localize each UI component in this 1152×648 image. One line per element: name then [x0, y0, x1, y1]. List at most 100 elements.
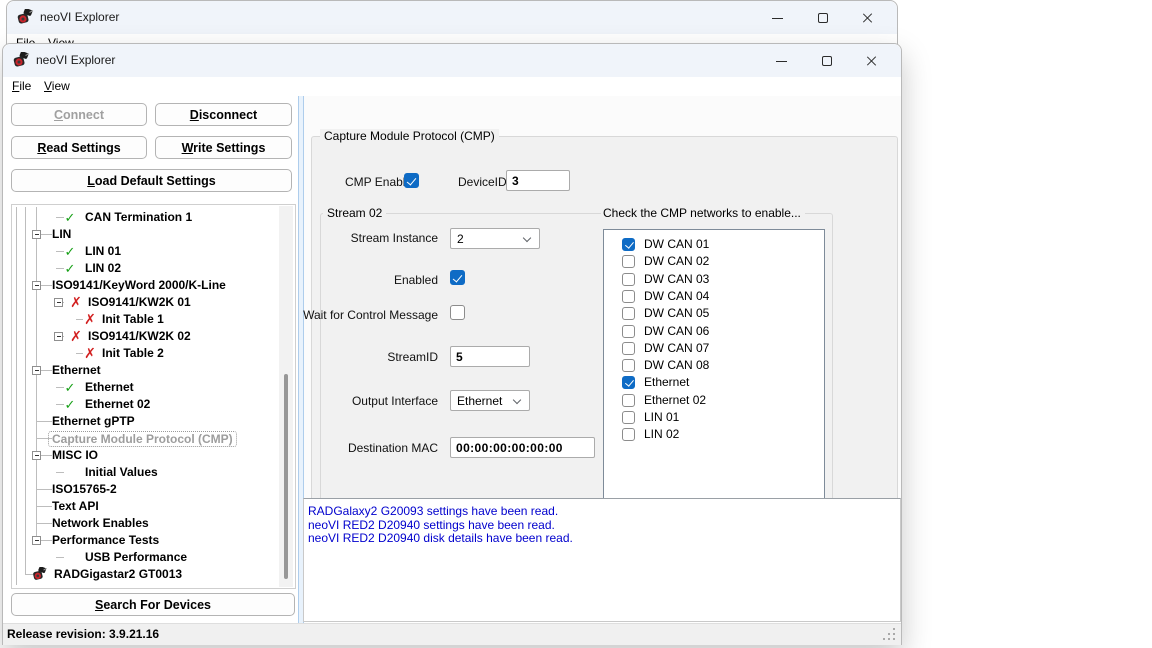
network-checkbox[interactable] [622, 428, 635, 441]
tree-item-label[interactable]: Network Enables [52, 515, 149, 532]
tree-row[interactable]: ISO9141/KeyWord 2000/K-Line [12, 277, 295, 294]
tree-item-label[interactable]: ISO9141/KW2K 01 [88, 294, 191, 311]
tree-row[interactable]: ✓Ethernet 02 [12, 396, 295, 413]
tree-row[interactable]: ✗ISO9141/KW2K 01 [12, 294, 295, 311]
network-item-label[interactable]: DW CAN 05 [644, 306, 709, 320]
tree-item-label[interactable]: Ethernet 02 [85, 396, 150, 413]
destination-mac-input[interactable] [450, 437, 595, 458]
tree-row[interactable]: ✓CAN Termination 1 [12, 209, 295, 226]
tree-item-label[interactable]: ISO9141/KW2K 02 [88, 328, 191, 345]
tree-row[interactable]: USB Performance [12, 549, 295, 566]
back-minimize-button[interactable] [757, 6, 797, 30]
wait-for-control-message-checkbox[interactable] [450, 305, 465, 320]
network-item[interactable]: LIN 01 [604, 409, 824, 426]
tree-row[interactable]: ✗ISO9141/KW2K 02 [12, 328, 295, 345]
tree-item-label[interactable]: Text API [52, 498, 99, 515]
network-item-label[interactable]: DW CAN 04 [644, 289, 709, 303]
connect-button[interactable]: Connect [11, 103, 147, 126]
tree-item-label[interactable]: ISO15765-2 [52, 481, 117, 498]
network-checkbox[interactable] [622, 325, 635, 338]
tree-item-label[interactable]: USB Performance [85, 549, 187, 566]
tree-item-label[interactable]: Init Table 1 [102, 311, 164, 328]
expand-collapse-box[interactable] [32, 366, 41, 375]
tree-row[interactable]: Ethernet gPTP [12, 413, 295, 430]
write-settings-button[interactable]: Write Settings [155, 136, 292, 159]
network-item-label[interactable]: LIN 02 [644, 427, 679, 441]
tree-item-label[interactable]: Ethernet [85, 379, 134, 396]
deviceid-input[interactable] [506, 170, 570, 191]
tree-row[interactable]: Ethernet [12, 362, 295, 379]
tree-row[interactable]: MISC IO [12, 447, 295, 464]
tree-item-label[interactable]: Ethernet [52, 362, 101, 379]
tree-item-label[interactable]: Init Table 2 [102, 345, 164, 362]
network-checkbox[interactable] [622, 376, 635, 389]
tree-item-label[interactable]: CAN Termination 1 [85, 209, 192, 226]
tree-item-label[interactable]: Ethernet gPTP [52, 413, 135, 430]
network-checkbox[interactable] [622, 238, 635, 251]
back-maximize-button[interactable] [803, 6, 843, 30]
tree-row[interactable]: ISO15765-2 [12, 481, 295, 498]
network-item[interactable]: DW CAN 04 [604, 288, 824, 305]
network-item[interactable]: DW CAN 08 [604, 357, 824, 374]
tree-item-label[interactable]: Capture Module Protocol (CMP) [48, 431, 237, 447]
search-for-devices-button[interactable]: Search For Devices [11, 593, 295, 616]
network-item[interactable]: DW CAN 05 [604, 305, 824, 322]
tree-scrollbar-thumb[interactable] [284, 374, 288, 579]
maximize-button[interactable] [807, 49, 847, 73]
enabled-checkbox[interactable] [450, 270, 465, 285]
network-checkbox[interactable] [622, 255, 635, 268]
expand-collapse-box[interactable] [32, 451, 41, 460]
tree-item-label[interactable]: Initial Values [85, 464, 158, 481]
tree-row[interactable]: Initial Values [12, 464, 295, 481]
network-item-label[interactable]: LIN 01 [644, 410, 679, 424]
expand-collapse-box[interactable] [32, 230, 41, 239]
expand-collapse-box[interactable] [54, 332, 63, 341]
network-checkbox[interactable] [622, 359, 635, 372]
minimize-button[interactable] [761, 49, 801, 73]
network-checkbox[interactable] [622, 307, 635, 320]
output-interface-select[interactable]: Ethernet [450, 390, 530, 411]
tree-item-label[interactable]: LIN 01 [85, 243, 121, 260]
network-checkbox[interactable] [622, 394, 635, 407]
menu-file[interactable]: File [12, 79, 31, 93]
expand-collapse-box[interactable] [32, 536, 41, 545]
close-button[interactable] [851, 49, 891, 73]
tree-item-label[interactable]: LIN 02 [85, 260, 121, 277]
tree-item-label[interactable]: MISC IO [52, 447, 98, 464]
tree-row[interactable]: Capture Module Protocol (CMP) [12, 430, 295, 447]
network-item-label[interactable]: DW CAN 03 [644, 272, 709, 286]
tree-row[interactable]: ✓LIN 01 [12, 243, 295, 260]
network-checkbox[interactable] [622, 411, 635, 424]
network-item-label[interactable]: DW CAN 01 [644, 237, 709, 251]
network-item-label[interactable]: DW CAN 02 [644, 254, 709, 268]
network-item[interactable]: DW CAN 07 [604, 340, 824, 357]
network-checkbox[interactable] [622, 273, 635, 286]
tree-row[interactable]: ✗Init Table 2 [12, 345, 295, 362]
tree-row[interactable]: Performance Tests [12, 532, 295, 549]
tree-row[interactable]: ✗Init Table 1 [12, 311, 295, 328]
expand-collapse-box[interactable] [54, 298, 63, 307]
tree-row[interactable]: Network Enables [12, 515, 295, 532]
load-default-settings-button[interactable]: Load Default Settings [11, 169, 292, 192]
resize-grip[interactable] [893, 638, 895, 640]
network-item[interactable]: DW CAN 06 [604, 323, 824, 340]
tree-row[interactable]: Text API [12, 498, 295, 515]
tree-scrollbar[interactable] [279, 206, 293, 587]
network-item[interactable]: LIN 02 [604, 426, 824, 443]
tree-row[interactable]: ✓LIN 02 [12, 260, 295, 277]
network-item-label[interactable]: DW CAN 08 [644, 358, 709, 372]
network-item-label[interactable]: Ethernet 02 [644, 393, 706, 407]
expand-collapse-box[interactable] [32, 281, 41, 290]
disconnect-button[interactable]: Disconnect [155, 103, 292, 126]
network-item[interactable]: DW CAN 03 [604, 271, 824, 288]
network-item-label[interactable]: DW CAN 06 [644, 324, 709, 338]
tree-item-label[interactable]: Performance Tests [52, 532, 159, 549]
network-item[interactable]: DW CAN 01 [604, 236, 824, 253]
tree-item-label[interactable]: RADGigastar2 GT0013 [54, 566, 182, 583]
network-item-label[interactable]: DW CAN 07 [644, 341, 709, 355]
network-item[interactable]: DW CAN 02 [604, 253, 824, 270]
tree-item-label[interactable]: LIN [52, 226, 71, 243]
network-checkbox[interactable] [622, 342, 635, 355]
log-panel[interactable]: RADGalaxy2 G20093 settings have been rea… [303, 498, 901, 622]
tree-item-label[interactable]: ISO9141/KeyWord 2000/K-Line [52, 277, 226, 294]
